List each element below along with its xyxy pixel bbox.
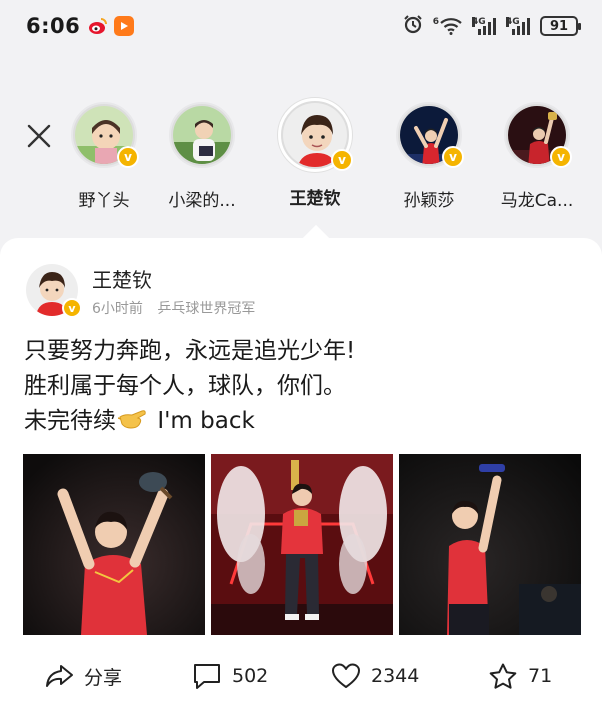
verified-badge-icon: v	[550, 146, 572, 168]
story-item[interactable]: v 马龙Ca...	[482, 102, 592, 211]
signal-icon-1: 4G	[472, 17, 496, 35]
status-bar: 6:06 6 4G 4G 91	[0, 0, 602, 52]
heart-icon	[332, 663, 360, 688]
verified-badge-icon: v	[117, 146, 139, 168]
post-line: 只要努力奔跑，永远是追光少年!	[24, 338, 356, 364]
pointing-hand-icon	[118, 410, 146, 429]
status-time: 6:06	[26, 14, 81, 38]
story-name: 马龙Ca...	[500, 191, 574, 211]
verified-badge-icon: v	[331, 149, 353, 171]
battery-indicator: 91	[540, 16, 581, 36]
author-avatar[interactable]: v	[26, 264, 82, 318]
author-title: 乒乓球世界冠军	[157, 301, 256, 317]
share-button[interactable]: 分享	[44, 663, 122, 690]
signal-icon-2: 4G	[506, 17, 530, 35]
story-avatar: v	[278, 98, 353, 172]
author-name[interactable]: 王楚钦	[92, 264, 152, 293]
wifi-icon: 6	[433, 17, 462, 35]
favorite-button[interactable]: 71	[488, 662, 552, 690]
comment-button[interactable]: 502	[192, 662, 268, 690]
story-name: 王楚钦	[289, 189, 341, 209]
share-icon	[46, 665, 73, 687]
favorite-count: 71	[528, 665, 553, 687]
story-item-active[interactable]: v 王楚钦	[260, 98, 370, 209]
post-photo[interactable]	[399, 454, 581, 635]
video-app-icon	[114, 16, 135, 36]
stories-row: v 野丫头 小梁的... v 王楚钦 v 孙颖莎 v 马龙Ca...	[0, 96, 602, 226]
post-card: v 王楚钦 6小时前 乒乓球世界冠军 只要努力奔跑，永远是追光少年! 胜利属于每…	[0, 238, 602, 707]
story-item[interactable]: 小梁的...	[147, 102, 257, 211]
comment-icon	[194, 664, 220, 689]
post-text: 只要努力奔跑，永远是追光少年! 胜利属于每个人，球队，你们。 未完待续 I'm …	[24, 334, 355, 439]
story-item[interactable]: v 孙颖莎	[374, 102, 484, 211]
story-avatar: v	[71, 102, 139, 168]
story-name: 孙颖莎	[403, 191, 455, 211]
action-bar: 分享 502 2344 71	[0, 656, 602, 696]
like-button[interactable]: 2344	[331, 662, 419, 690]
verified-badge-icon: v	[442, 146, 464, 168]
story-avatar	[169, 102, 235, 168]
weibo-icon	[88, 16, 108, 36]
alarm-icon	[403, 14, 423, 38]
comment-count: 502	[232, 665, 269, 687]
star-icon	[489, 663, 517, 689]
verified-badge-icon: v	[62, 298, 82, 318]
post-photo[interactable]	[23, 454, 205, 635]
story-name: 野丫头	[78, 191, 130, 211]
post-line: 胜利属于每个人，球队，你们。	[24, 373, 346, 399]
story-avatar: v	[396, 102, 464, 168]
photo-grid	[23, 454, 581, 635]
post-photo[interactable]	[211, 454, 393, 635]
like-count: 2344	[371, 665, 420, 687]
share-label: 分享	[84, 666, 123, 689]
post-time: 6小时前	[92, 301, 143, 317]
story-item[interactable]: v 野丫头	[49, 102, 159, 211]
post-line: 未完待续 I'm back	[24, 408, 255, 434]
story-avatar: v	[504, 102, 572, 168]
post-meta: 6小时前 乒乓球世界冠军	[92, 298, 255, 318]
story-name: 小梁的...	[168, 191, 236, 211]
